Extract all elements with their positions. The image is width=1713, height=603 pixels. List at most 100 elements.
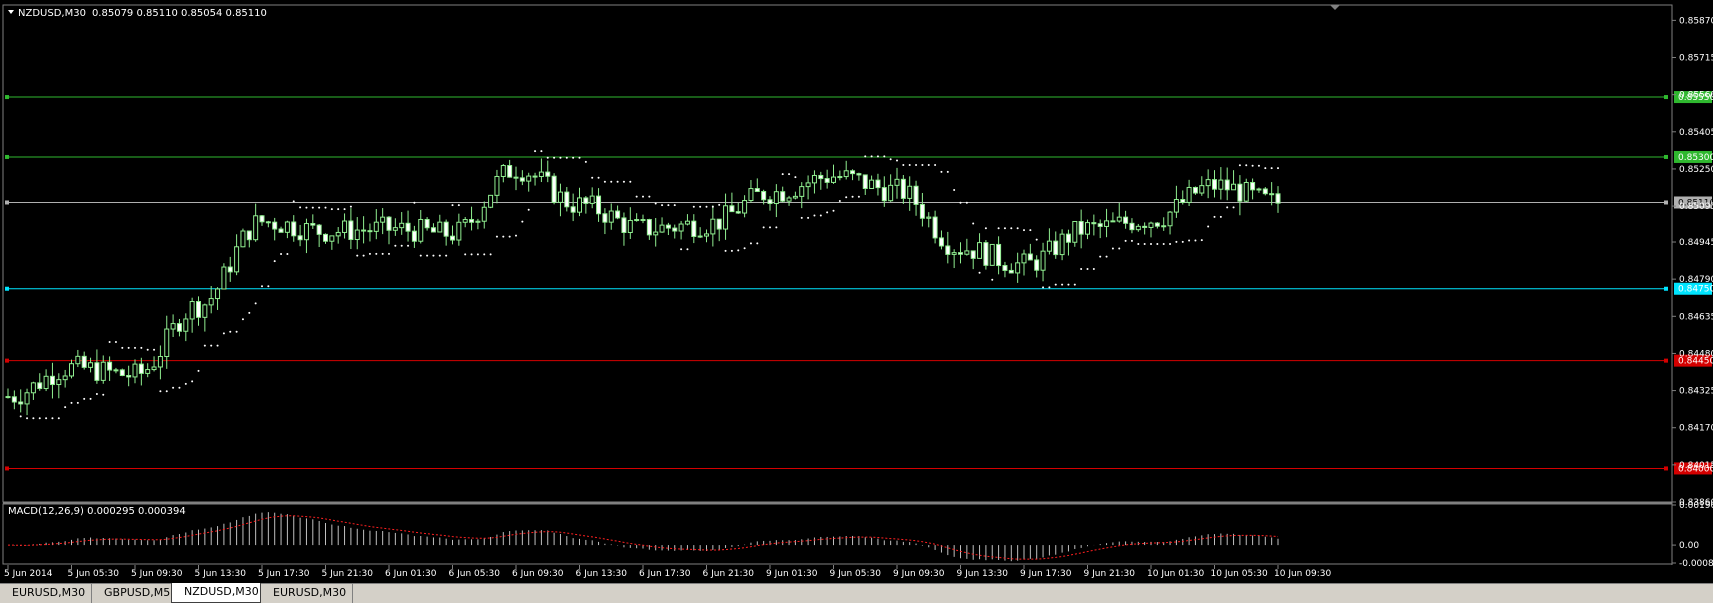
psar-dot [64, 406, 67, 409]
candle-body [850, 170, 856, 175]
psar-dot [800, 216, 803, 219]
chart-window[interactable]: 0.855500.853000.851100.847500.844500.840… [0, 0, 1713, 583]
psar-dot [1277, 167, 1279, 170]
candle-body [653, 231, 659, 236]
line-anchor-right [1664, 466, 1668, 471]
psar-dot [464, 253, 467, 256]
candle-body [875, 179, 881, 189]
candle-body [297, 235, 303, 241]
candle-body [202, 304, 208, 318]
candle-body [316, 224, 322, 235]
candle-body [24, 392, 30, 405]
candle-body [1034, 259, 1040, 271]
psar-dot [76, 401, 79, 404]
candle-body [259, 215, 265, 223]
psar-dot [635, 195, 638, 198]
psar-dot [419, 254, 422, 257]
psar-dot [946, 170, 949, 173]
psar-dot [1150, 243, 1152, 246]
psar-dot [781, 173, 784, 176]
candle-body [1091, 222, 1097, 225]
psar-dot [1238, 164, 1241, 167]
candle-body [1123, 216, 1129, 224]
candle-body [119, 369, 125, 377]
psar-dot [603, 180, 606, 183]
psar-dot [172, 386, 175, 389]
candle-body [81, 355, 87, 368]
tab-eurusd-m30[interactable]: EURUSD,M30 [0, 584, 92, 603]
psar-dot [769, 226, 771, 229]
candle-body [145, 369, 151, 374]
psar-dot [286, 253, 289, 256]
candle-body [837, 176, 843, 179]
candle-body [1250, 182, 1256, 191]
tab-gbpusd-m5[interactable]: GBPUSD,M5 [92, 584, 179, 603]
psar-dot [457, 204, 460, 207]
psar-dot [299, 206, 302, 209]
candle-body [564, 191, 570, 208]
candle-body [310, 223, 316, 226]
candle-body [37, 382, 43, 390]
psar-dot [730, 249, 733, 252]
psar-dot [153, 348, 156, 351]
candle-body [1072, 220, 1078, 243]
psar-dot [368, 252, 371, 255]
shift-marker-icon[interactable] [1330, 5, 1340, 10]
candle-body [659, 224, 665, 233]
psar-dot [140, 346, 143, 349]
line-price-label: 0.85300 [1678, 153, 1713, 163]
candle-body [113, 369, 119, 372]
psar-dot [1086, 267, 1089, 270]
psar-dot [1162, 243, 1165, 246]
candle-body [323, 233, 328, 242]
time-label: 5 Jun 21:30 [322, 569, 374, 579]
candle-body [30, 382, 36, 394]
psar-dot [502, 235, 505, 238]
candle-body [831, 176, 836, 183]
candle-body [1129, 222, 1135, 231]
candle-body [805, 182, 811, 188]
psar-dot [26, 417, 29, 420]
price-label: 0.84325 [1679, 387, 1713, 397]
candle-body [869, 179, 875, 189]
psar-dot [1251, 164, 1254, 167]
psar-dot [1105, 255, 1108, 258]
candle-body [450, 235, 455, 241]
time-label: 9 Jun 01:30 [766, 569, 818, 579]
candle-body [138, 363, 144, 374]
psar-dot [261, 285, 263, 288]
psar-dot [248, 311, 251, 314]
candle-body [684, 220, 690, 225]
line-anchor-left [5, 200, 9, 205]
psar-dot [553, 156, 556, 159]
price-label: 0.84635 [1679, 312, 1713, 322]
psar-dot [1003, 227, 1006, 230]
macd-label: MACD(12,26,9) 0.000295 0.000394 [8, 506, 186, 517]
candle-body [780, 191, 786, 202]
candle-body [303, 223, 309, 241]
psar-dot [337, 208, 340, 211]
psar-dot [1188, 239, 1191, 242]
candle-body [335, 231, 341, 237]
psar-dot [902, 163, 905, 166]
candle-body [761, 191, 767, 201]
tab-nzdusd-m30[interactable]: NZDUSD,M30 [171, 583, 261, 603]
candle-body [621, 217, 627, 233]
psar-dot [921, 163, 924, 166]
candle-body [1205, 179, 1211, 187]
candle-body [1237, 183, 1243, 202]
candle-body [951, 252, 957, 255]
candle-body [824, 178, 830, 183]
time-label: 10 Jun 09:30 [1274, 569, 1331, 579]
candle-body [1186, 186, 1192, 203]
candle-body [399, 222, 405, 229]
tab-eurusd-m30-2[interactable]: EURUSD,M30 [261, 584, 353, 603]
psar-dot [114, 340, 117, 343]
psar-dot [749, 242, 752, 245]
psar-dot [1067, 283, 1070, 286]
candle-body [996, 243, 1002, 267]
time-axis: 5 Jun 2014 5 Jun 05:30 5 Jun 09:30 5 Jun 13… [4, 565, 1331, 579]
line-price-label: 0.84750 [1678, 285, 1713, 295]
psar-dot [432, 254, 435, 257]
chart-menu-triangle-icon[interactable] [8, 10, 14, 14]
